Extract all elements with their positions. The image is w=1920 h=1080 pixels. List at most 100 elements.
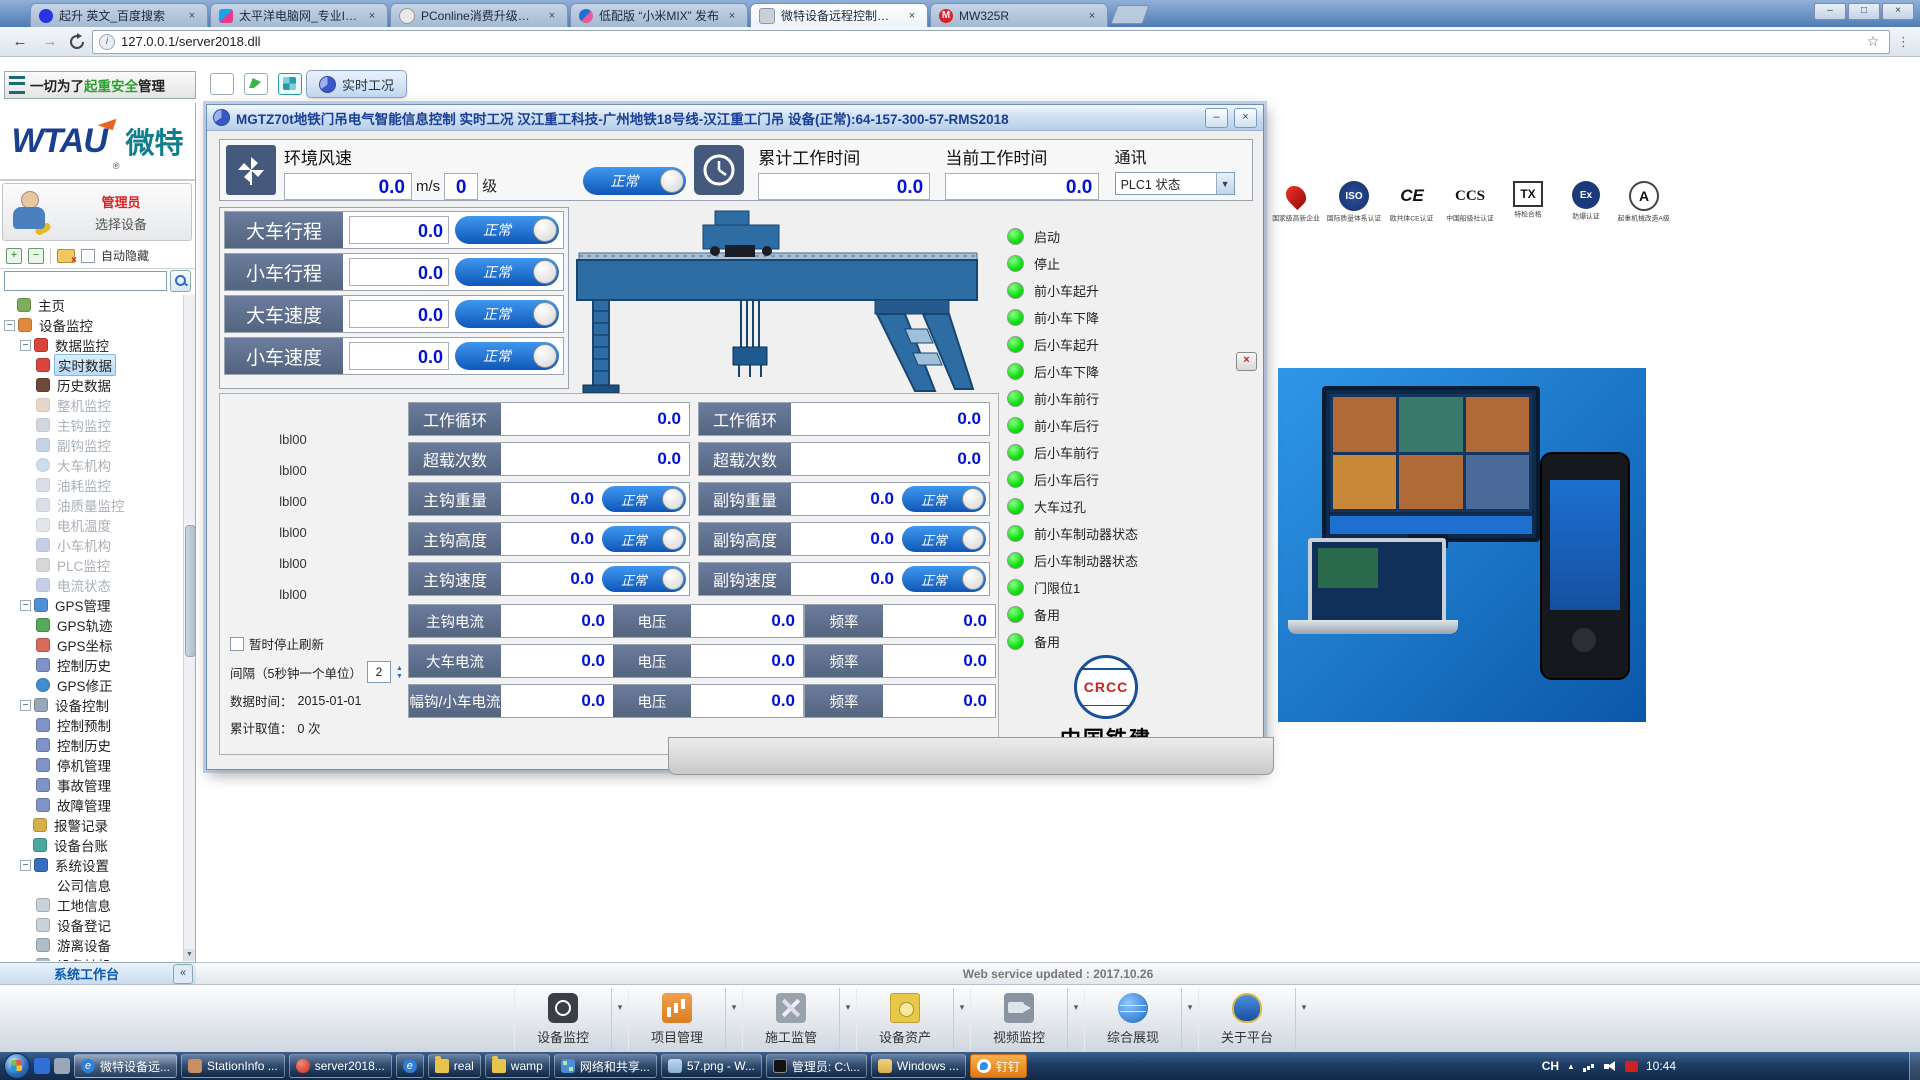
tree-item[interactable]: 公司信息 — [0, 875, 184, 895]
tree-item[interactable]: 油质量监控 — [0, 495, 184, 515]
select-device-link[interactable]: 选择设备 — [59, 214, 183, 233]
plc-status-dropdown[interactable]: PLC1 状态 — [1115, 172, 1235, 195]
back-button[interactable] — [8, 31, 32, 53]
grid-view-icon[interactable] — [278, 73, 302, 95]
tree-item[interactable]: 控制历史 — [0, 655, 184, 675]
metric-status-toggle[interactable]: 正常 — [602, 526, 686, 552]
show-desktop-button[interactable] — [1909, 1052, 1920, 1080]
pause-refresh-checkbox[interactable] — [230, 637, 244, 651]
tree-item[interactable]: 实时数据 — [0, 355, 184, 375]
taskbar-button[interactable]: 微特设备远... — [74, 1054, 177, 1078]
metric-status-toggle[interactable]: 正常 — [902, 486, 986, 512]
tree-item[interactable]: 副钩监控 — [0, 435, 184, 455]
tree-scrollbar[interactable] — [183, 295, 195, 961]
tree-item[interactable]: 停机管理 — [0, 755, 184, 775]
interval-value[interactable]: 2 — [367, 661, 391, 683]
quick-launch-icon[interactable] — [34, 1058, 50, 1074]
url-bar[interactable]: 127.0.0.1/server2018.dll — [92, 30, 1890, 54]
gauge-status-toggle[interactable]: 正常 — [455, 300, 559, 328]
search-icon[interactable] — [170, 270, 191, 292]
network-tray-icon[interactable] — [1583, 1061, 1596, 1072]
toolbar-button[interactable]: 视频监控 — [970, 988, 1067, 1050]
browser-tab[interactable]: MW325R — [930, 3, 1108, 27]
tab-close-icon[interactable] — [905, 10, 919, 22]
taskbar-button[interactable]: 钉钉 — [970, 1054, 1027, 1078]
tree-item[interactable]: 设备登记 — [0, 915, 184, 935]
tree-expander-icon[interactable] — [20, 600, 31, 611]
taskbar-button[interactable]: 57.png - W... — [661, 1054, 762, 1078]
metric-status-toggle[interactable]: 正常 — [602, 486, 686, 512]
tree-expander-icon[interactable] — [20, 860, 31, 871]
taskbar-button[interactable]: 网络和共享... — [554, 1054, 657, 1078]
toolbar-dropdown-icon[interactable] — [611, 988, 628, 1050]
toolbar-dropdown-icon[interactable] — [1181, 988, 1198, 1050]
tree-item[interactable]: 整机监控 — [0, 395, 184, 415]
maximize-button[interactable] — [1848, 3, 1880, 20]
tree-item[interactable]: 故障管理 — [0, 795, 184, 815]
browser-tab[interactable]: 低配版 “小米MIX” 发布 — [570, 3, 748, 27]
tree-item[interactable]: 系统设置 — [0, 855, 184, 875]
tab-close-icon[interactable] — [365, 10, 379, 22]
tree-item[interactable]: 游离设备 — [0, 935, 184, 955]
forward-button[interactable] — [38, 31, 62, 53]
minimize-button[interactable] — [1814, 3, 1846, 20]
toolbar-dropdown-icon[interactable] — [725, 988, 742, 1050]
alert-tray-icon[interactable] — [1625, 1061, 1638, 1072]
toolbar-dropdown-icon[interactable] — [839, 988, 856, 1050]
tab-close-icon[interactable] — [185, 10, 199, 22]
tab-close-icon[interactable] — [725, 10, 739, 22]
browser-menu-icon[interactable] — [1896, 34, 1912, 50]
favorites-star-icon[interactable] — [1863, 33, 1883, 50]
taskbar-button[interactable]: server2018... — [289, 1054, 392, 1078]
taskbar-button[interactable] — [396, 1054, 424, 1078]
tree-item[interactable]: 事故管理 — [0, 775, 184, 795]
toolbar-dropdown-icon[interactable] — [1067, 988, 1084, 1050]
tree-expander-icon[interactable] — [20, 700, 31, 711]
tree-item[interactable]: 设备转机 — [0, 955, 184, 961]
tree-item[interactable]: 设备控制 — [0, 695, 184, 715]
scrollbar-thumb[interactable] — [185, 525, 196, 657]
toolbar-button[interactable]: 项目管理 — [628, 988, 725, 1050]
new-window-icon[interactable] — [210, 73, 234, 95]
new-tab-button[interactable] — [1111, 5, 1150, 24]
tree-filter-input[interactable] — [4, 271, 167, 291]
tree-expander-icon[interactable] — [20, 340, 31, 351]
taskbar-button[interactable]: Windows ... — [871, 1054, 966, 1078]
toolbar-dropdown-icon[interactable] — [1295, 988, 1312, 1050]
metric-status-toggle[interactable]: 正常 — [902, 526, 986, 552]
tree-item[interactable]: PLC监控 — [0, 555, 184, 575]
browser-tab[interactable]: PConline消费升级峰会 — [390, 3, 568, 27]
tree-item[interactable]: 小车机构 — [0, 535, 184, 555]
realtime-tab[interactable]: 实时工况 — [306, 70, 407, 98]
expand-all-icon[interactable] — [6, 248, 22, 264]
edit-icon[interactable] — [244, 73, 268, 95]
dialog-minimize-button[interactable] — [1205, 108, 1228, 128]
dropdown-arrow-icon[interactable] — [1216, 173, 1234, 194]
tree-item[interactable]: 历史数据 — [0, 375, 184, 395]
close-button[interactable] — [1882, 3, 1914, 20]
start-button[interactable] — [4, 1053, 30, 1079]
language-indicator[interactable]: CH — [1542, 1059, 1559, 1073]
tree-item[interactable]: GPS坐标 — [0, 635, 184, 655]
toolbar-dropdown-icon[interactable] — [953, 988, 970, 1050]
tree-item[interactable]: GPS修正 — [0, 675, 184, 695]
page-info-icon[interactable] — [99, 34, 115, 50]
dialog-title-bar[interactable]: MGTZ70t地铁门吊电气智能信息控制 实时工况 汉江重工科技-广州地铁18号线… — [207, 105, 1263, 131]
toolbar-button[interactable]: 设备监控 — [514, 988, 611, 1050]
wind-status-toggle[interactable]: 正常 — [583, 167, 687, 195]
tree-item[interactable]: 控制预制 — [0, 715, 184, 735]
tree-item[interactable]: 设备监控 — [0, 315, 184, 335]
hamburger-icon[interactable] — [9, 76, 25, 94]
toolbar-button[interactable]: 施工监管 — [742, 988, 839, 1050]
tree-item[interactable]: 主页 — [0, 295, 184, 315]
toolbar-button[interactable]: 综合展现 — [1084, 988, 1181, 1050]
browser-tab[interactable]: 起升 英文_百度搜索 — [30, 3, 208, 27]
clock[interactable]: 10:44 — [1646, 1059, 1676, 1073]
gauge-status-toggle[interactable]: 正常 — [455, 258, 559, 286]
tab-close-icon[interactable] — [1085, 10, 1099, 22]
taskbar-button[interactable]: real — [428, 1054, 481, 1078]
refresh-icon[interactable] — [68, 33, 86, 51]
taskbar-button[interactable]: 管理员: C:\... — [766, 1054, 867, 1078]
toolbar-button[interactable]: 设备资产 — [856, 988, 953, 1050]
background-window-close-icon[interactable] — [1236, 352, 1257, 371]
